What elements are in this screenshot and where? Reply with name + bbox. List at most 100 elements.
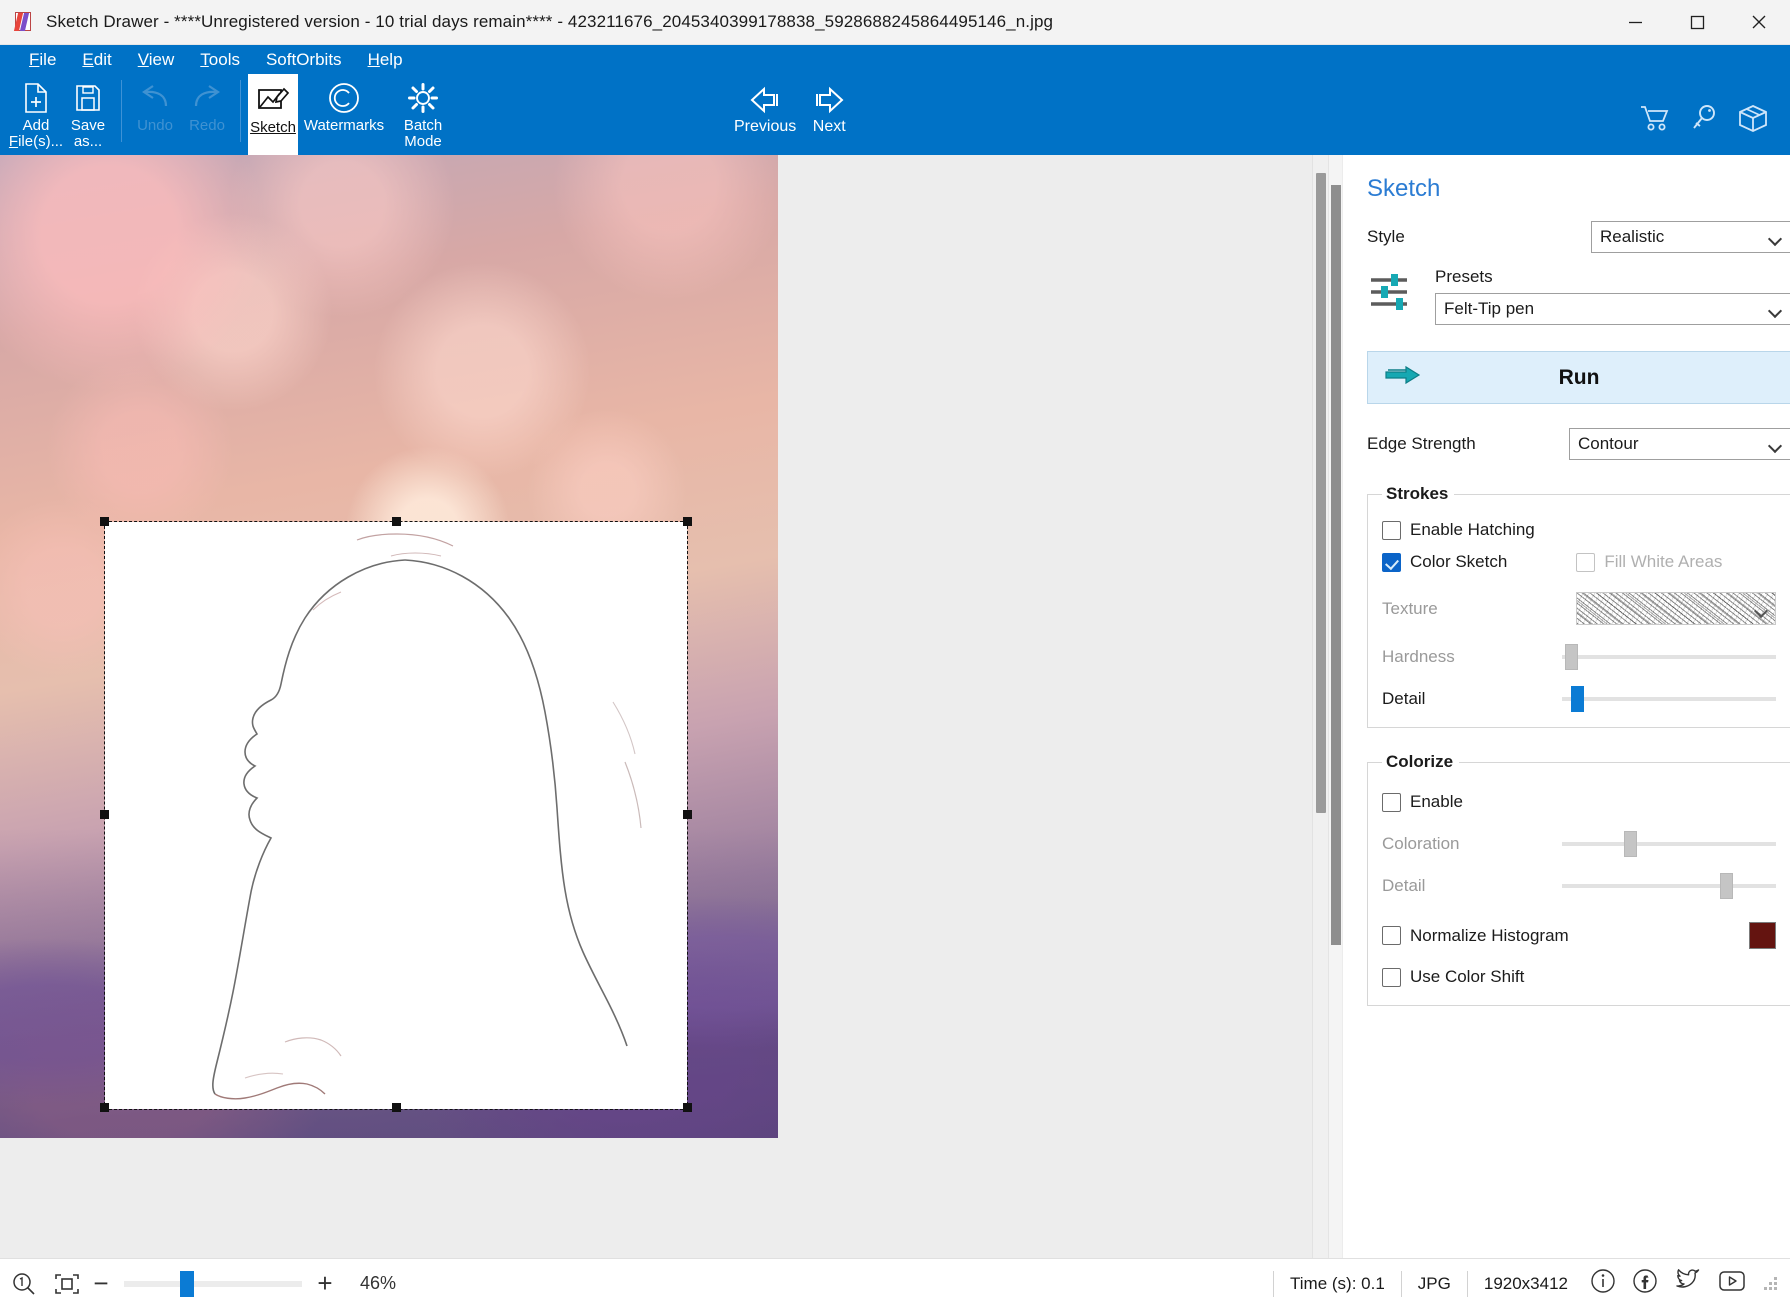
format-label: JPG xyxy=(1417,1273,1451,1293)
sketch-drawer-window: Sketch Drawer - ****Unregistered version… xyxy=(0,0,1790,1308)
sketch-tab-button[interactable]: Sketch xyxy=(248,74,298,155)
watermarks-button[interactable]: Watermarks xyxy=(298,74,390,152)
menu-help[interactable]: Help xyxy=(355,48,416,72)
menu-edit[interactable]: Edit xyxy=(69,48,124,72)
color-sketch-checkbox[interactable] xyxy=(1382,552,1401,572)
colorize-detail-slider-knob[interactable] xyxy=(1720,873,1733,899)
edge-strength-select-wrap: Contour xyxy=(1569,428,1790,460)
main-body: Sketch Style Realistic Presets Felt-Tip … xyxy=(0,155,1790,1258)
zoom-slider-track[interactable] xyxy=(124,1270,302,1297)
facebook-icon[interactable] xyxy=(1632,1268,1658,1299)
zoom-slider-knob[interactable] xyxy=(180,1270,194,1297)
colorize-enable-row: Enable xyxy=(1382,792,1776,812)
fit-to-window-icon[interactable] xyxy=(54,1273,80,1295)
preset-sliders-icon xyxy=(1367,271,1413,325)
style-label: Style xyxy=(1367,227,1405,246)
selection-handle-nw[interactable] xyxy=(100,517,109,526)
add-files-button[interactable]: Add File(s)... xyxy=(9,74,63,152)
save-as-button[interactable]: Save as... xyxy=(62,74,114,152)
use-color-shift-row: Use Color Shift xyxy=(1382,967,1776,987)
style-row: Style Realistic xyxy=(1367,221,1790,253)
enable-hatching-checkbox[interactable] xyxy=(1382,520,1401,540)
run-button-label: Run xyxy=(1558,365,1600,389)
info-circle-icon[interactable] xyxy=(1590,1268,1616,1299)
normalize-histogram-label: Normalize Histogram xyxy=(1410,925,1569,945)
zoom-one-to-one-icon[interactable] xyxy=(12,1272,36,1296)
redo-label: Redo xyxy=(189,117,225,134)
add-files-label-1: Add xyxy=(22,117,50,134)
normalize-histogram-row: Normalize Histogram xyxy=(1382,922,1776,949)
color-shift-swatch[interactable] xyxy=(1749,922,1776,949)
coloration-slider-knob[interactable] xyxy=(1624,831,1637,857)
maximize-button[interactable] xyxy=(1666,0,1728,45)
panel-scrollbar-thumb[interactable] xyxy=(1331,185,1341,945)
batch-mode-label-1: Batch xyxy=(403,117,443,134)
fill-white-areas-checkbox[interactable] xyxy=(1576,552,1596,572)
selection-rectangle[interactable] xyxy=(100,517,692,1112)
redo-button[interactable]: Redo xyxy=(181,74,233,152)
key-icon[interactable] xyxy=(1690,104,1718,137)
enable-hatching-row[interactable]: Enable Hatching xyxy=(1382,520,1776,540)
color-sketch-row: Color Sketch Fill White Areas xyxy=(1382,552,1776,572)
canvas-scrollbar-thumb[interactable] xyxy=(1316,173,1326,813)
edge-strength-select[interactable]: Contour xyxy=(1569,428,1790,460)
add-file-icon xyxy=(23,81,49,115)
selection-handle-n[interactable] xyxy=(392,517,401,526)
resize-grip-icon[interactable] xyxy=(1764,1276,1778,1291)
menu-tools[interactable]: Tools xyxy=(187,48,253,72)
shopping-cart-icon[interactable] xyxy=(1640,104,1670,137)
menu-softorbits[interactable]: SoftOrbits xyxy=(253,48,355,72)
previous-label: Previous xyxy=(734,118,797,135)
hardness-slider-knob[interactable] xyxy=(1565,644,1578,670)
twitter-bird-icon[interactable] xyxy=(1674,1268,1702,1299)
texture-select[interactable] xyxy=(1576,592,1776,625)
menu-file[interactable]: FFileile xyxy=(16,48,69,72)
stroke-detail-slider-track[interactable] xyxy=(1562,686,1776,712)
undo-button[interactable]: Undo xyxy=(129,74,181,152)
color-sketch-label: Color Sketch xyxy=(1410,552,1508,571)
batch-mode-button[interactable]: Batch Mode xyxy=(390,74,456,152)
zoom-in-button[interactable]: + xyxy=(310,1268,340,1299)
selection-handle-w[interactable] xyxy=(100,810,109,819)
normalize-histogram-checkbox[interactable] xyxy=(1382,926,1401,945)
close-button[interactable] xyxy=(1728,0,1790,45)
selection-handle-ne[interactable] xyxy=(683,517,692,526)
gear-icon xyxy=(407,81,439,115)
coloration-slider-track[interactable] xyxy=(1562,831,1776,857)
colorize-detail-slider-track[interactable] xyxy=(1562,873,1776,899)
package-box-icon[interactable] xyxy=(1738,104,1768,137)
youtube-icon[interactable] xyxy=(1718,1269,1746,1298)
use-color-shift-label: Use Color Shift xyxy=(1410,967,1525,986)
save-icon xyxy=(75,81,101,115)
selection-handle-se[interactable] xyxy=(683,1103,692,1112)
stroke-detail-slider-knob[interactable] xyxy=(1571,686,1584,712)
hardness-slider-track[interactable] xyxy=(1562,644,1776,670)
canvas-area[interactable] xyxy=(0,155,1328,1258)
title-bar: Sketch Drawer - ****Unregistered version… xyxy=(0,0,1790,45)
stroke-detail-label: Detail xyxy=(1382,689,1426,708)
next-button[interactable]: Next xyxy=(812,74,846,136)
ribbon-right-icons xyxy=(1640,104,1768,137)
style-select[interactable]: Realistic xyxy=(1591,221,1790,253)
run-button[interactable]: Run xyxy=(1367,351,1790,404)
minimize-button[interactable] xyxy=(1604,0,1666,45)
selection-handle-sw[interactable] xyxy=(100,1103,109,1112)
selection-handle-e[interactable] xyxy=(683,810,692,819)
edge-strength-row: Edge Strength Contour xyxy=(1367,428,1790,460)
use-color-shift-checkbox[interactable] xyxy=(1382,967,1401,987)
menu-view[interactable]: View xyxy=(125,48,188,72)
status-bar-right: Time (s): 0.1 JPG 1920x3412 xyxy=(1257,1268,1778,1299)
selection-handle-s[interactable] xyxy=(392,1103,401,1112)
colorize-detail-label: Detail xyxy=(1382,876,1426,895)
panel-vertical-scrollbar[interactable] xyxy=(1329,155,1343,1258)
colorize-enable-checkbox[interactable] xyxy=(1382,792,1401,812)
hardness-label: Hardness xyxy=(1382,647,1455,666)
status-separator-1 xyxy=(1273,1270,1275,1297)
tool-strip: Add File(s)... Save as... Undo Redo Sket… xyxy=(0,74,1790,155)
canvas-vertical-scrollbar[interactable] xyxy=(1312,155,1328,1258)
redo-icon xyxy=(191,81,223,115)
zoom-out-button[interactable]: − xyxy=(86,1268,116,1299)
previous-button[interactable]: Previous xyxy=(734,74,796,136)
watermarks-label: Watermarks xyxy=(303,117,385,134)
presets-select[interactable]: Felt-Tip pen xyxy=(1435,293,1790,325)
